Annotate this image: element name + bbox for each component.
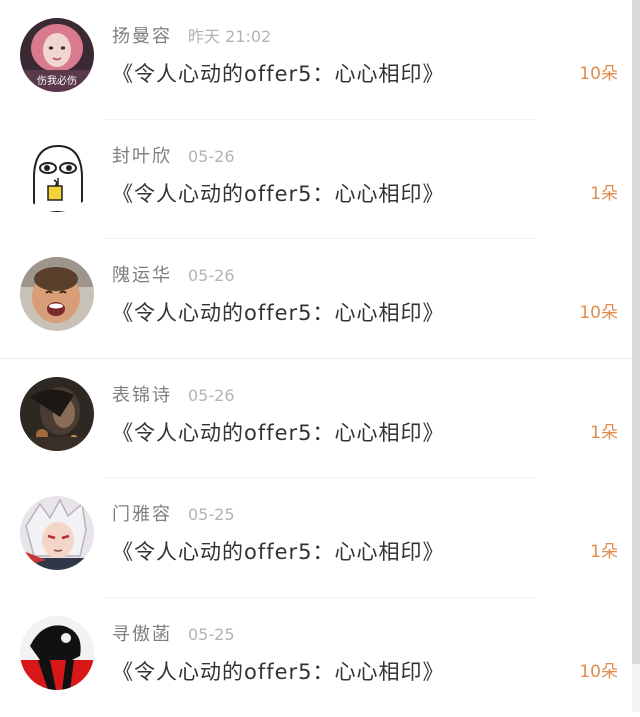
avatar-caption: 伤我必伤 [37, 74, 77, 87]
flower-count: 10朵 [579, 60, 618, 88]
avatar[interactable] [20, 257, 94, 331]
avatar[interactable] [20, 496, 94, 570]
sender-line: 扬曼容昨天 21:02 [112, 24, 271, 50]
list-item[interactable]: 门雅容 05-25 《令人心动的offer5：心心相印》 1朵 [0, 478, 632, 598]
list-item[interactable]: 伤我必伤 扬曼容昨天 21:02 《令人心动的offer5：心心相印》 10朵 [0, 0, 632, 120]
gift-message: 《令人心动的offer5：心心相印》 [112, 417, 445, 449]
flower-count: 1朵 [590, 538, 618, 566]
flower-count: 10朵 [579, 658, 618, 686]
sender-line: 寻傲菡 05-25 [112, 622, 235, 648]
anime-character-avatar-icon [20, 496, 94, 570]
avatar[interactable] [20, 616, 94, 690]
scrollbar-thumb[interactable] [632, 0, 640, 664]
gift-message: 《令人心动的offer5：心心相印》 [112, 58, 445, 90]
send-time: 05-26 [188, 266, 235, 285]
sender-line: 封叶欣 05-26 [112, 144, 235, 170]
sender-line: 门雅容 05-25 [112, 502, 235, 528]
sender-name: 封叶欣 [112, 146, 172, 167]
flower-count: 1朵 [590, 180, 618, 208]
list-item[interactable]: 隗运华 05-26 《令人心动的offer5：心心相印》 10朵 [0, 239, 632, 359]
gift-message: 《令人心动的offer5：心心相印》 [112, 656, 445, 688]
gift-message: 《令人心动的offer5：心心相印》 [112, 536, 445, 568]
girl-pink-hair-avatar-icon: 伤我必伤 [20, 18, 94, 92]
sender-name: 隗运华 [112, 265, 172, 286]
avatar[interactable] [20, 377, 94, 451]
gift-message: 《令人心动的offer5：心心相印》 [112, 178, 445, 210]
sender-name: 门雅容 [112, 504, 172, 525]
send-time: 05-26 [188, 147, 235, 166]
dark-portrait-avatar-icon [20, 377, 94, 451]
list-item[interactable]: 寻傲菡 05-25 《令人心动的offer5：心心相印》 10朵 [0, 598, 632, 717]
red-black-figure-avatar-icon [20, 616, 94, 690]
sender-name: 寻傲菡 [112, 624, 172, 645]
sender-name: 扬曼容 [112, 26, 172, 47]
avatar[interactable]: 伤我必伤 [20, 18, 94, 92]
cartoon-face-drinking-avatar-icon [20, 138, 94, 212]
send-time: 05-25 [188, 625, 235, 644]
gift-message: 《令人心动的offer5：心心相印》 [112, 297, 445, 329]
gift-record-list: 伤我必伤 扬曼容昨天 21:02 《令人心动的offer5：心心相印》 10朵 [0, 0, 632, 712]
send-time: 05-26 [188, 386, 235, 405]
avatar[interactable] [20, 138, 94, 212]
flower-count: 1朵 [590, 419, 618, 447]
sender-line: 隗运华 05-26 [112, 263, 235, 289]
flower-count: 10朵 [579, 299, 618, 327]
send-time: 昨天 21:02 [188, 27, 271, 46]
sender-line: 表锦诗 05-26 [112, 383, 235, 409]
sender-name: 表锦诗 [112, 385, 172, 406]
list-item[interactable]: 封叶欣 05-26 《令人心动的offer5：心心相印》 1朵 [0, 120, 632, 240]
send-time: 05-25 [188, 505, 235, 524]
laughing-baby-avatar-icon [20, 257, 94, 331]
list-item[interactable]: 表锦诗 05-26 《令人心动的offer5：心心相印》 1朵 [0, 359, 632, 479]
